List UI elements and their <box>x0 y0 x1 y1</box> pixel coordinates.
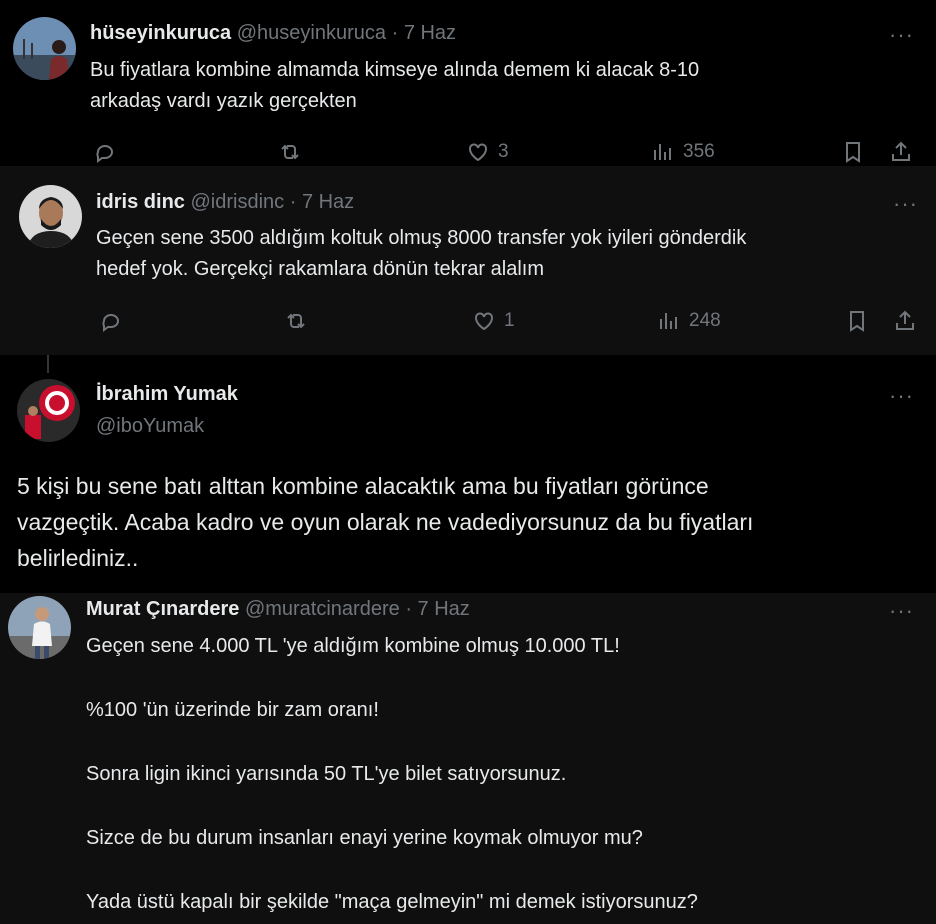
tweet-line: 5 kişi bu sene batı alttan kombine alaca… <box>17 473 709 499</box>
tweet-date[interactable]: 7 Haz <box>418 598 470 620</box>
bookmark-icon <box>850 311 864 332</box>
tweet-line: belirlediniz.. <box>17 545 139 571</box>
author-handle-text: @iboYumak <box>96 415 205 437</box>
retweet-icon <box>281 144 299 160</box>
tweet-text: Geçen sene 4.000 TL 'ye aldığım kombine … <box>86 630 698 918</box>
tweet-paragraph: Sonra ligin ikinci yarısında 50 TL'ye bi… <box>86 763 567 785</box>
bookmark-button[interactable] <box>845 309 869 333</box>
like-count: 1 <box>504 310 515 331</box>
reply-button[interactable] <box>99 309 123 333</box>
share-button[interactable] <box>893 309 917 333</box>
views-button[interactable]: 356 <box>651 140 715 164</box>
tweet-4: Murat Çınardere @muratcinardere · 7 Haz … <box>0 593 936 924</box>
separator: · <box>289 191 297 213</box>
tweet-line: vazgeçtik. Acaba kadro ve oyun olarak ne… <box>17 509 754 535</box>
views-icon <box>660 313 677 329</box>
thread-line <box>47 355 49 373</box>
retweet-icon <box>287 313 305 329</box>
like-icon <box>475 312 493 331</box>
tweet-text: Bu fiyatlara kombine almamda kimseye alı… <box>90 55 699 117</box>
tweet-paragraph: Sizce de bu durum insanları enayi yerine… <box>86 827 643 849</box>
like-icon <box>469 143 487 162</box>
like-count: 3 <box>498 141 509 162</box>
retweet-button[interactable] <box>278 140 302 164</box>
separator: · <box>405 598 412 620</box>
tweet-header: Murat Çınardere @muratcinardere · 7 Haz <box>86 598 470 621</box>
like-button[interactable]: 1 <box>472 309 515 333</box>
tweet-3-focused: İbrahim Yumak @iboYumak ··· 5 kişi bu se… <box>0 355 936 593</box>
author-handle[interactable]: @huseyinkuruca <box>237 22 386 44</box>
tweet-paragraph: %100 'ün üzerinde bir zam oranı! <box>86 699 379 721</box>
author-name[interactable]: İbrahim Yumak <box>96 383 238 406</box>
bookmark-icon <box>846 142 860 163</box>
view-count: 248 <box>689 310 721 331</box>
avatar[interactable] <box>13 17 76 80</box>
tweet-text: Geçen sene 3500 aldığım koltuk olmuş 800… <box>96 223 746 285</box>
retweet-button[interactable] <box>284 309 308 333</box>
action-bar: 1 248 <box>0 309 936 335</box>
tweet-text: 5 kişi bu sene batı alttan kombine alaca… <box>17 468 753 576</box>
views-icon <box>654 144 671 160</box>
tweet-line: Bu fiyatlara kombine almamda kimseye alı… <box>90 59 700 81</box>
tweet-line: Geçen sene 3500 aldığım koltuk olmuş 800… <box>96 227 747 249</box>
author-name[interactable]: idris dinc <box>96 191 185 213</box>
tweet-paragraph: Yada üstü kapalı bir şekilde "maça gelme… <box>86 891 698 913</box>
author-name[interactable]: Murat Çınardere <box>86 598 239 620</box>
like-button[interactable]: 3 <box>466 140 509 164</box>
reply-button[interactable] <box>93 140 117 164</box>
tweet-paragraph: Geçen sene 4.000 TL 'ye aldığım kombine … <box>86 635 620 657</box>
view-count: 356 <box>683 141 715 162</box>
tweet-header: idris dinc @idrisdinc · 7 Haz <box>96 191 354 214</box>
tweet-date[interactable]: 7 Haz <box>302 191 354 213</box>
share-icon <box>896 310 914 330</box>
reply-icon <box>96 145 113 163</box>
avatar[interactable] <box>19 185 82 248</box>
views-button[interactable]: 248 <box>657 309 721 333</box>
reply-icon <box>102 314 119 332</box>
author-handle[interactable]: @idrisdinc <box>190 191 284 213</box>
bookmark-button[interactable] <box>841 140 865 164</box>
share-button[interactable] <box>889 140 913 164</box>
author-handle[interactable]: @iboYumak <box>96 415 204 438</box>
tweet-line: arkadaş vardı yazık gerçekten <box>90 90 357 112</box>
more-icon[interactable]: ··· <box>889 24 914 46</box>
tweet-1: hüseyinkuruca @huseyinkuruca · 7 Haz ···… <box>0 0 936 165</box>
tweet-2: idris dinc @idrisdinc · 7 Haz ··· Geçen … <box>0 166 936 355</box>
avatar[interactable] <box>17 379 80 442</box>
tweet-date[interactable]: 7 Haz <box>404 22 456 44</box>
share-icon <box>892 141 910 161</box>
more-icon[interactable]: ··· <box>889 385 914 407</box>
author-name[interactable]: hüseyinkuruca <box>90 22 231 44</box>
more-icon[interactable]: ··· <box>889 600 914 622</box>
author-name-text: İbrahim Yumak <box>96 383 238 405</box>
more-icon[interactable]: ··· <box>893 193 918 215</box>
separator: · <box>391 22 399 44</box>
tweet-line: hedef yok. Gerçekçi rakamlara dönün tekr… <box>96 258 544 280</box>
tweet-header: hüseyinkuruca @huseyinkuruca · 7 Haz <box>90 22 456 45</box>
action-bar: 3 356 <box>0 140 936 166</box>
author-handle[interactable]: @muratcinardere <box>245 598 400 620</box>
avatar[interactable] <box>8 596 71 659</box>
